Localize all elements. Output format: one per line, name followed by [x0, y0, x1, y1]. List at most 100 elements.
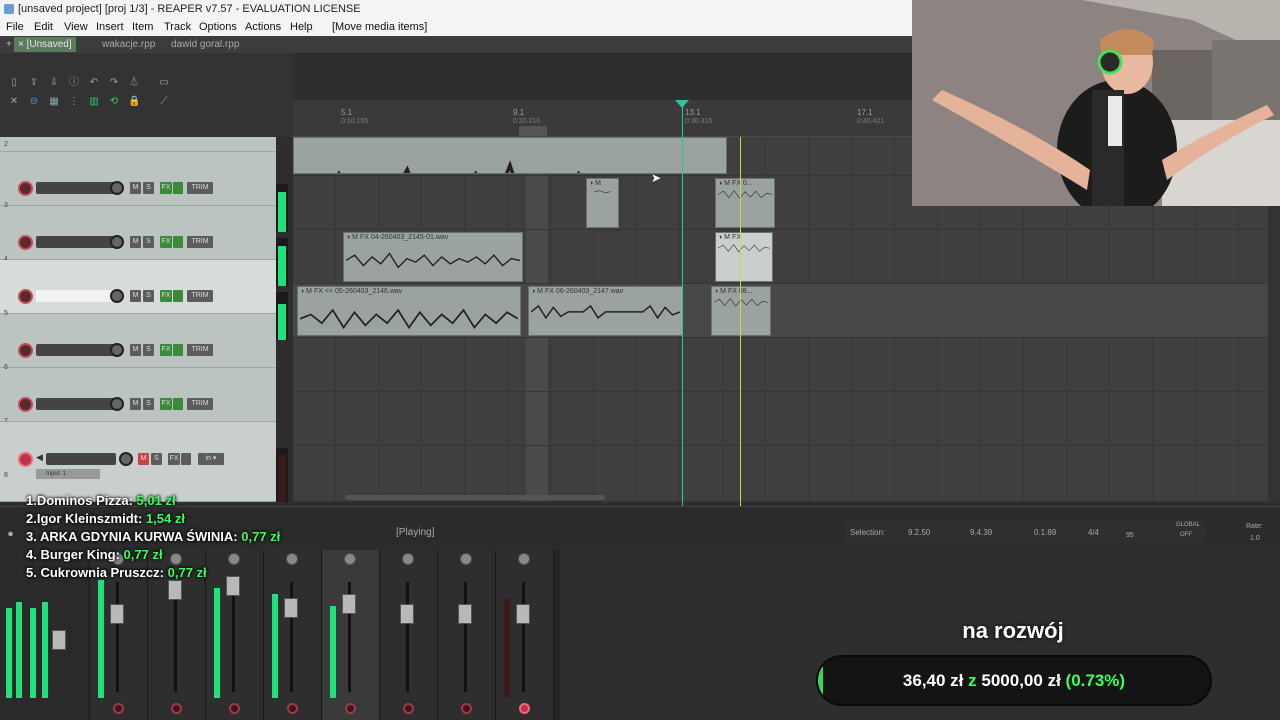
- track-lane[interactable]: [293, 392, 1268, 446]
- record-arm-button[interactable]: [18, 289, 33, 304]
- media-item[interactable]: ◑ M: [586, 178, 619, 228]
- snap-icon[interactable]: ⋮: [68, 96, 80, 108]
- media-item[interactable]: ◑ M FX 04-260403_2145-01.wav: [343, 232, 523, 282]
- record-arm-button[interactable]: [18, 452, 33, 467]
- trim-button[interactable]: TRIM: [187, 290, 213, 302]
- record-arm-button[interactable]: [229, 703, 240, 714]
- trim-button[interactable]: TRIM: [187, 182, 213, 194]
- record-icon[interactable]: ⏺: [8, 529, 13, 540]
- new-project-icon[interactable]: ▯: [8, 77, 20, 89]
- media-item[interactable]: ◑ M FX 0...: [715, 178, 775, 228]
- fx-button[interactable]: FX: [160, 182, 172, 194]
- record-arm-button[interactable]: [171, 703, 182, 714]
- pan-knob[interactable]: [460, 553, 472, 565]
- selection-start[interactable]: 9.2.50: [908, 528, 930, 537]
- menu-view[interactable]: View: [64, 19, 88, 36]
- channel-fader[interactable]: [110, 604, 124, 624]
- open-project-icon[interactable]: ⇪: [28, 77, 40, 89]
- track-lane[interactable]: [293, 338, 1268, 392]
- fx-button[interactable]: FX: [168, 453, 180, 465]
- close-tab-icon[interactable]: ×: [18, 39, 27, 50]
- mute-button[interactable]: M: [130, 182, 141, 194]
- fx-bypass-button[interactable]: [173, 344, 183, 356]
- solo-button[interactable]: S: [143, 344, 154, 356]
- record-arm-button[interactable]: [113, 703, 124, 714]
- envelope-tool-icon[interactable]: ⟋: [158, 96, 170, 108]
- project-settings-icon[interactable]: ⓘ: [68, 77, 80, 89]
- rate-value[interactable]: 1.0: [1250, 535, 1260, 542]
- time-signature[interactable]: 4/4: [1088, 528, 1099, 537]
- record-arm-button[interactable]: [18, 235, 33, 250]
- toolbar-blank-icon[interactable]: ▭: [158, 77, 170, 89]
- media-item[interactable]: ◑ M FX 06-260403_2147.wav: [528, 286, 683, 336]
- mute-button[interactable]: M: [130, 344, 141, 356]
- record-arm-button[interactable]: [345, 703, 356, 714]
- master-fader[interactable]: [52, 630, 66, 650]
- record-arm-button[interactable]: [461, 703, 472, 714]
- record-arm-button[interactable]: [287, 703, 298, 714]
- track-row[interactable]: M S FX TRIM 4: [0, 206, 276, 263]
- solo-button[interactable]: S: [143, 290, 154, 302]
- fx-button[interactable]: FX: [160, 344, 172, 356]
- record-arm-button[interactable]: [519, 703, 530, 714]
- volume-knob[interactable]: [110, 181, 124, 195]
- volume-knob[interactable]: [110, 397, 124, 411]
- channel-fader[interactable]: [458, 604, 472, 624]
- media-item[interactable]: ◑ M FX << 05-260403_2146.wav: [297, 286, 521, 336]
- track-name-field[interactable]: [36, 182, 116, 194]
- track-name-field[interactable]: [36, 290, 116, 302]
- fx-button[interactable]: FX: [160, 236, 172, 248]
- record-arm-button[interactable]: [18, 343, 33, 358]
- menu-move-media-items[interactable]: [Move media items]: [332, 19, 427, 36]
- media-item[interactable]: [293, 137, 727, 174]
- horizontal-scrollbar[interactable]: [345, 495, 605, 500]
- channel-fader[interactable]: [400, 604, 414, 624]
- menu-item[interactable]: Item: [132, 19, 153, 36]
- undo-icon[interactable]: ↶: [88, 77, 100, 89]
- bpm-value[interactable]: 95: [1126, 532, 1134, 539]
- menu-track[interactable]: Track: [164, 19, 191, 36]
- menu-file[interactable]: File: [6, 19, 24, 36]
- channel-fader[interactable]: [284, 598, 298, 618]
- volume-knob[interactable]: [110, 343, 124, 357]
- menu-help[interactable]: Help: [290, 19, 313, 36]
- fx-button[interactable]: FX: [160, 398, 172, 410]
- channel-fader[interactable]: [342, 594, 356, 614]
- volume-knob[interactable]: [119, 452, 133, 466]
- grid-lines-icon[interactable]: ▥: [88, 96, 100, 108]
- volume-knob[interactable]: [110, 235, 124, 249]
- tab-unsaved[interactable]: × [Unsaved]: [14, 37, 76, 52]
- trim-button[interactable]: TRIM: [187, 344, 213, 356]
- track-name-field[interactable]: [36, 398, 116, 410]
- selection-length[interactable]: 0.1.89: [1034, 528, 1056, 537]
- mixer-channel[interactable]: [380, 550, 438, 720]
- monitor-speaker-icon[interactable]: ◀: [36, 452, 43, 463]
- selection-end[interactable]: 9.4.39: [970, 528, 992, 537]
- channel-fader[interactable]: [516, 604, 530, 624]
- track-name-field[interactable]: [46, 453, 116, 465]
- pan-knob[interactable]: [518, 553, 530, 565]
- track-lane[interactable]: [293, 446, 1268, 502]
- redo-icon[interactable]: ↷: [108, 77, 120, 89]
- track-row[interactable]: M S FX TRIM 3: [0, 152, 276, 209]
- metronome-icon[interactable]: ⏃: [128, 77, 140, 89]
- track-name-field[interactable]: [36, 344, 116, 356]
- mixer-channel-armed[interactable]: [496, 550, 554, 720]
- track-row-armed[interactable]: ◀ M S FX in ▾ Input: 1 8: [0, 422, 276, 502]
- record-arm-button[interactable]: [18, 397, 33, 412]
- fx-button[interactable]: FX: [160, 290, 172, 302]
- ripple-edit-icon[interactable]: ⊖: [28, 96, 40, 108]
- menu-options[interactable]: Options: [199, 19, 237, 36]
- track-row[interactable]: 2: [0, 129, 276, 152]
- time-selection-range[interactable]: [519, 126, 547, 136]
- menu-edit[interactable]: Edit: [34, 19, 53, 36]
- media-item[interactable]: ◑ M FX 08...: [711, 286, 771, 336]
- record-arm-button[interactable]: [403, 703, 414, 714]
- mute-button[interactable]: M: [130, 236, 141, 248]
- loop-icon[interactable]: ⟲: [108, 96, 120, 108]
- global-value[interactable]: OFF: [1180, 532, 1192, 538]
- fx-bypass-button[interactable]: [173, 290, 183, 302]
- fx-bypass-button[interactable]: [173, 398, 183, 410]
- trim-button[interactable]: TRIM: [187, 236, 213, 248]
- channel-fader[interactable]: [168, 580, 182, 600]
